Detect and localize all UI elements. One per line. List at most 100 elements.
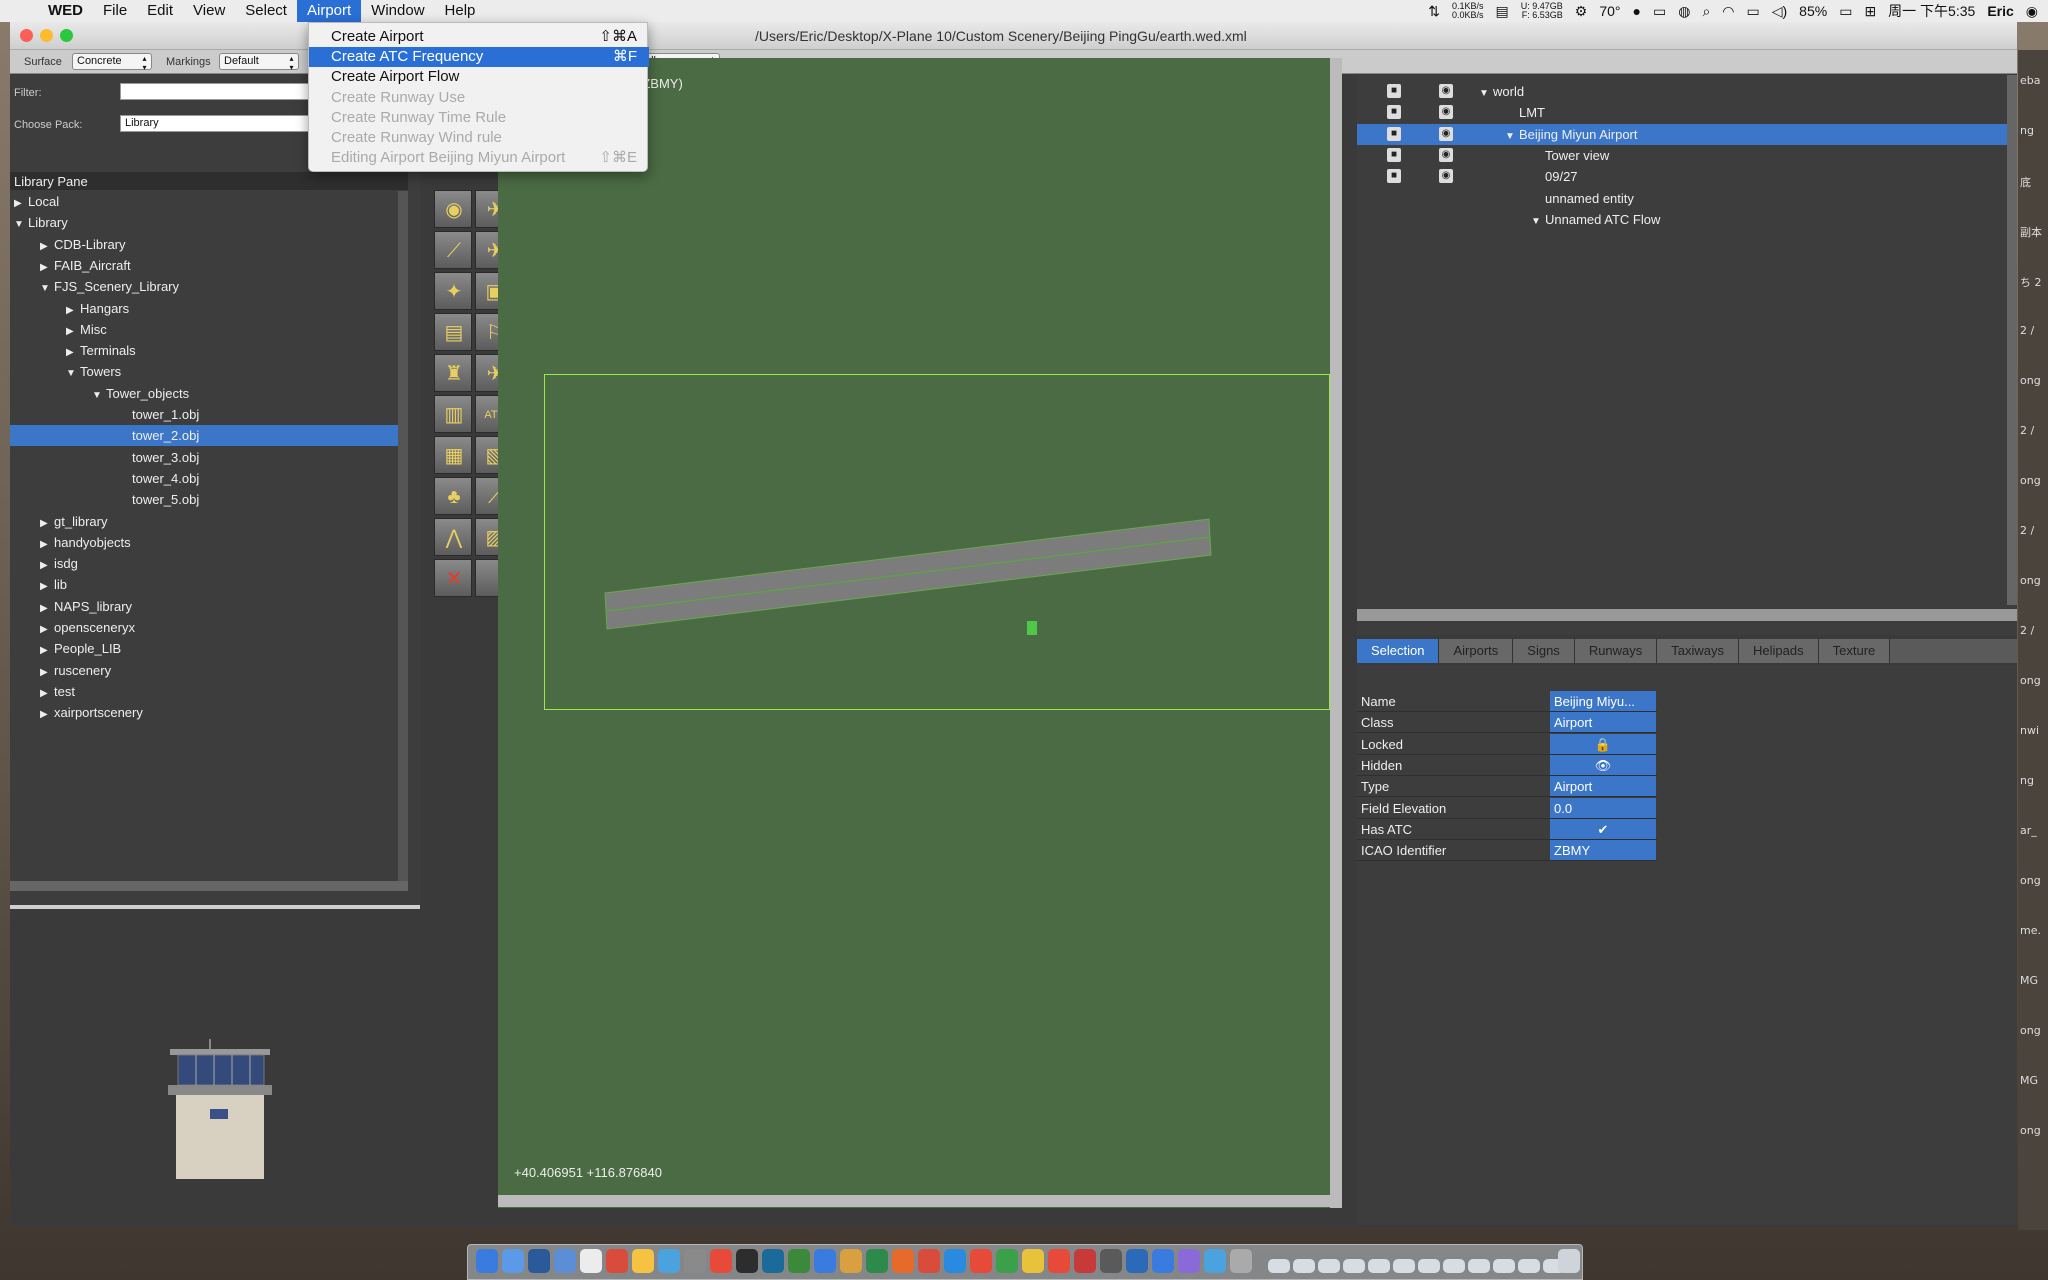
dock-app-icon[interactable] bbox=[1100, 1249, 1122, 1273]
collapsed-arrow-icon[interactable]: ▶ bbox=[66, 321, 76, 342]
search-icon[interactable]: ⌕ bbox=[1702, 3, 1710, 20]
collapsed-arrow-icon[interactable]: ▶ bbox=[40, 662, 50, 683]
expanded-arrow-icon[interactable]: ▼ bbox=[66, 363, 76, 384]
library-tree-item[interactable]: ▶ xairportscenery bbox=[10, 702, 400, 723]
temperature[interactable]: 70° bbox=[1599, 3, 1620, 19]
dock-app-icon[interactable] bbox=[528, 1249, 550, 1273]
menu-item-create-atc-frequency[interactable]: Create ATC Frequency ⌘F bbox=[309, 47, 649, 68]
desktop-file-label[interactable]: ong bbox=[2020, 874, 2041, 887]
gear-icon[interactable]: ⚙ bbox=[1575, 3, 1588, 20]
desktop-file-label[interactable]: ong bbox=[2020, 1024, 2041, 1037]
library-tree-item[interactable]: ▶ ruscenery bbox=[10, 660, 400, 681]
volume-icon[interactable]: ◁) bbox=[1772, 3, 1787, 20]
hierarchy-row[interactable]: ▼ Unnamed ATC Flow bbox=[1357, 209, 2007, 230]
desktop-file-label[interactable]: ng bbox=[2020, 774, 2034, 787]
property-value[interactable]: Airport bbox=[1550, 712, 1656, 733]
desktop-file-label[interactable]: ong bbox=[2020, 674, 2041, 687]
library-tree-item[interactable]: ▶ NAPS_library bbox=[10, 596, 400, 617]
collapsed-arrow-icon[interactable]: ▶ bbox=[40, 598, 50, 619]
library-tree-item[interactable]: ▶ FAIB_Aircraft bbox=[10, 255, 400, 276]
library-tree-item[interactable]: ▶ isdg bbox=[10, 553, 400, 574]
property-value[interactable]: ZBMY bbox=[1550, 840, 1656, 861]
tab-runways[interactable]: Runways bbox=[1574, 639, 1658, 663]
library-tree-item[interactable]: tower_5.obj bbox=[10, 489, 400, 510]
library-tree-item[interactable]: ▶ handyobjects bbox=[10, 532, 400, 553]
library-tree-item[interactable]: ▼ Towers bbox=[10, 361, 400, 382]
hierarchy-row[interactable]: ■ ◉ 09/27 bbox=[1357, 166, 2007, 187]
maximize-icon[interactable] bbox=[60, 29, 73, 42]
polyline-button[interactable]: ⋀ bbox=[434, 518, 472, 556]
library-tree-item[interactable]: ▶ lib bbox=[10, 574, 400, 595]
dock-app-icon[interactable] bbox=[1178, 1249, 1200, 1273]
collapsed-arrow-icon[interactable]: ▶ bbox=[40, 534, 50, 555]
library-tree-item[interactable]: tower_1.obj bbox=[10, 404, 400, 425]
library-tree-item[interactable]: ▶ Misc bbox=[10, 319, 400, 340]
expanded-arrow-icon[interactable]: ▼ bbox=[1531, 211, 1541, 232]
input-method-icon[interactable]: ⊞ bbox=[1864, 3, 1876, 20]
library-tree-item[interactable]: tower_2.obj bbox=[10, 425, 400, 447]
map-vertical-scrollbar[interactable] bbox=[1330, 58, 1342, 1208]
desktop-file-label[interactable]: 底 bbox=[2020, 174, 2031, 190]
collapsed-arrow-icon[interactable]: ▶ bbox=[66, 342, 76, 363]
property-value[interactable]: 0.0 bbox=[1550, 797, 1656, 818]
siri-icon[interactable]: ◉ bbox=[2026, 3, 2038, 20]
hierarchy-row[interactable]: ■ ◉ ▼ Beijing Miyun Airport bbox=[1357, 123, 2007, 145]
map-view[interactable]: (ZBMY) +40.406951 +116.876840 bbox=[498, 58, 1330, 1208]
lock-icon[interactable]: ■ bbox=[1387, 169, 1401, 184]
library-tree-item[interactable]: tower_3.obj bbox=[10, 447, 400, 468]
property-value[interactable]: 🔒 bbox=[1550, 733, 1656, 754]
tab-selection[interactable]: Selection bbox=[1357, 639, 1440, 663]
wifi-icon[interactable]: ◠ bbox=[1722, 3, 1734, 20]
clock[interactable]: 周一 下午5:35 bbox=[1888, 1, 1975, 21]
desktop-file-label[interactable]: ち 2 bbox=[2020, 274, 2042, 290]
desktop-file-label[interactable]: eba bbox=[2020, 74, 2041, 87]
property-value[interactable]: 👁 bbox=[1550, 754, 1656, 775]
dock-folder-icon[interactable] bbox=[1268, 1259, 1290, 1273]
hierarchy-row[interactable]: ■ ◉ Tower view bbox=[1357, 145, 2007, 166]
dock-app-icon[interactable] bbox=[476, 1249, 498, 1273]
dock-app-icon[interactable] bbox=[814, 1249, 836, 1273]
map-horizontal-scrollbar[interactable] bbox=[498, 1195, 1342, 1207]
library-horizontal-scrollbar[interactable] bbox=[10, 881, 408, 891]
collapsed-arrow-icon[interactable]: ▶ bbox=[40, 513, 50, 534]
battery-icon[interactable]: ▭ bbox=[1839, 3, 1852, 20]
user-name[interactable]: Eric bbox=[1987, 3, 2013, 19]
menu-help[interactable]: Help bbox=[435, 0, 486, 22]
dock-folder-icon[interactable] bbox=[1393, 1259, 1415, 1273]
dock-app-icon[interactable] bbox=[736, 1249, 758, 1273]
lock-icon[interactable]: ■ bbox=[1387, 105, 1401, 120]
expanded-arrow-icon[interactable]: ▼ bbox=[14, 214, 24, 235]
tower-viewpoint-button[interactable]: ♜ bbox=[434, 354, 472, 392]
dock-folder-icon[interactable] bbox=[1343, 1259, 1365, 1273]
desktop-file-label[interactable]: ong bbox=[2020, 474, 2041, 487]
dock-folder-icon[interactable] bbox=[1368, 1259, 1390, 1273]
dock-app-icon[interactable] bbox=[1204, 1249, 1226, 1273]
dock-app-icon[interactable] bbox=[502, 1249, 524, 1273]
library-tree-item[interactable]: ▶ Terminals bbox=[10, 340, 400, 361]
lock-icon[interactable]: ■ bbox=[1387, 84, 1401, 98]
dock-app-icon[interactable] bbox=[606, 1249, 628, 1273]
vertex-tool-button[interactable]: ◉ bbox=[434, 190, 472, 228]
menu-item-create-airport-flow[interactable]: Create Airport Flow bbox=[309, 67, 649, 87]
dock-app-icon[interactable] bbox=[788, 1249, 810, 1273]
hierarchy-row[interactable]: unnamed entity bbox=[1357, 188, 2007, 209]
collapsed-arrow-icon[interactable]: ▶ bbox=[40, 683, 50, 704]
hierarchy-vertical-scrollbar[interactable] bbox=[2007, 75, 2017, 605]
library-tree-item[interactable]: ▼ FJS_Scenery_Library bbox=[10, 276, 400, 297]
desktop-file-label[interactable]: MG bbox=[2020, 974, 2038, 987]
minimize-icon[interactable] bbox=[40, 29, 53, 42]
desktop-file-label[interactable]: 2 / bbox=[2020, 524, 2034, 537]
app-menu[interactable]: WED bbox=[38, 0, 93, 22]
boundary-button[interactable]: ▥ bbox=[434, 395, 472, 433]
wechat-icon[interactable]: ◍ bbox=[1678, 3, 1690, 20]
desktop-file-label[interactable]: ong bbox=[2020, 574, 2041, 587]
dock-app-icon[interactable] bbox=[1074, 1249, 1096, 1273]
dock-app-icon[interactable] bbox=[918, 1249, 940, 1273]
close-icon[interactable] bbox=[20, 29, 33, 42]
dock-app-icon[interactable] bbox=[658, 1249, 680, 1273]
collapsed-arrow-icon[interactable]: ▶ bbox=[40, 640, 50, 661]
menu-window[interactable]: Window bbox=[361, 0, 434, 22]
menu-airport[interactable]: Airport bbox=[296, 0, 362, 22]
hierarchy-row[interactable]: ■ ◉ LMT bbox=[1357, 102, 2007, 123]
library-tree-item[interactable]: ▼ Library bbox=[10, 212, 400, 233]
